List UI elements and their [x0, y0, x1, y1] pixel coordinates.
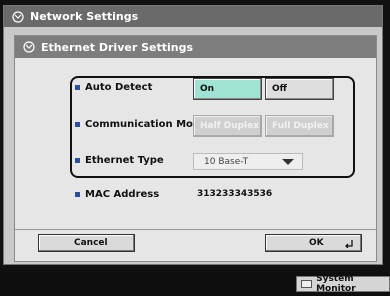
window-title-bar: Network Settings	[4, 6, 382, 27]
ethernet-driver-dialog: Ethernet Driver Settings Auto Detect On …	[14, 35, 377, 262]
window-title: Network Settings	[30, 10, 139, 23]
dialog-title: Ethernet Driver Settings	[41, 40, 194, 54]
settings-icon	[12, 10, 24, 23]
bullet-icon	[75, 158, 80, 163]
dropdown-arrow-icon	[282, 159, 294, 165]
network-settings-window: Network Settings Ethernet Driver Setting…	[3, 5, 383, 265]
ethernet-type-label: Ethernet Type	[75, 155, 164, 166]
system-monitor-button[interactable]: System Monitor	[296, 274, 390, 294]
ethernet-type-value: 10 Base-T	[204, 156, 249, 167]
ethernet-type-dropdown[interactable]: 10 Base-T	[193, 153, 303, 170]
touch-panel-screen: Network Settings Ethernet Driver Setting…	[0, 0, 390, 296]
bullet-icon	[75, 192, 80, 197]
half-duplex-button[interactable]: Half Duplex	[193, 115, 262, 137]
auto-detect-off-button[interactable]: Off	[265, 78, 334, 100]
full-duplex-button[interactable]: Full Duplex	[265, 115, 334, 137]
mac-address-value: 313233343536	[197, 189, 273, 199]
bullet-icon	[75, 122, 80, 127]
ok-button[interactable]: OK	[265, 234, 362, 252]
settings-icon	[23, 41, 35, 53]
enter-icon	[345, 240, 353, 248]
auto-detect-on-button[interactable]: On	[193, 78, 262, 100]
cancel-button[interactable]: Cancel	[38, 234, 135, 252]
dialog-title-bar: Ethernet Driver Settings	[15, 36, 376, 58]
monitor-icon	[301, 280, 313, 288]
bullet-icon	[75, 85, 80, 90]
footer-divider	[15, 229, 376, 230]
auto-detect-label: Auto Detect	[75, 82, 152, 93]
communication-mode-label: Communication Mode	[75, 119, 207, 130]
mac-address-label: MAC Address	[75, 189, 159, 200]
